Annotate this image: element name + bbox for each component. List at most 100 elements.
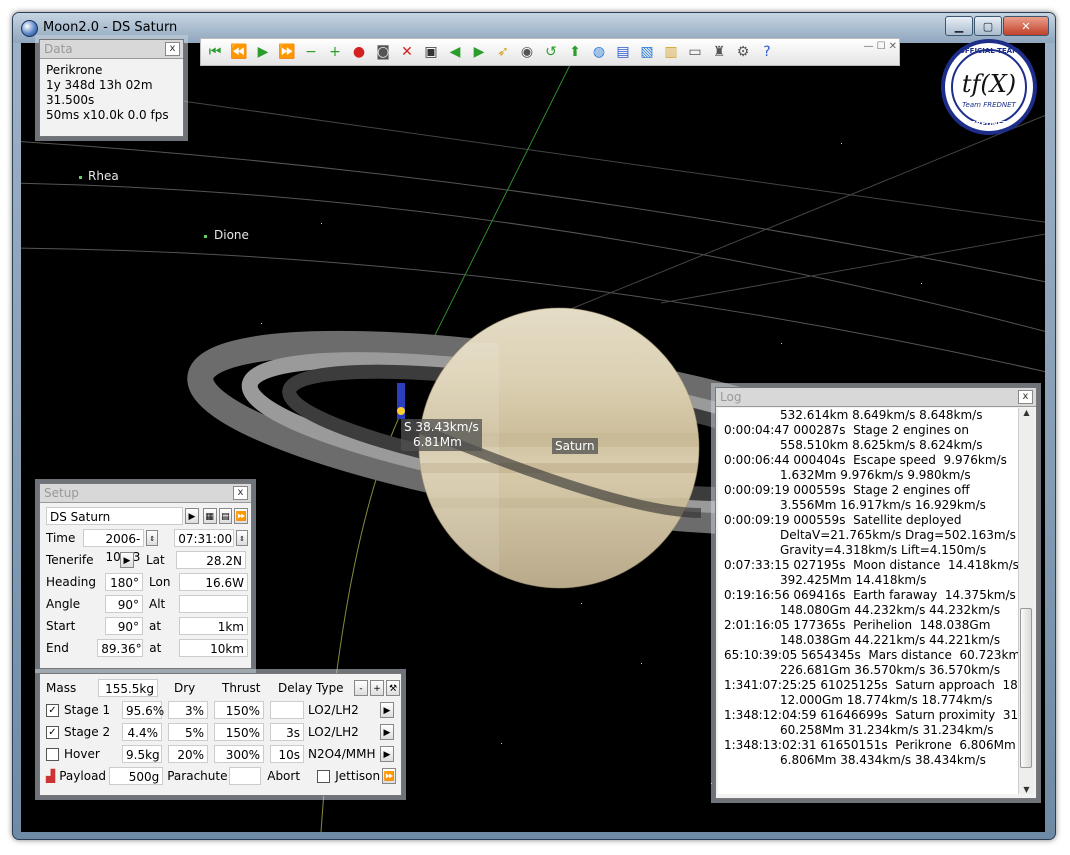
minimize-button[interactable]: ▁: [945, 16, 973, 36]
wrench-icon[interactable]: ⚒: [386, 680, 400, 696]
stage-arrow-icon[interactable]: ▶: [380, 746, 394, 762]
stage-enabled-checkbox[interactable]: ✓: [46, 703, 59, 717]
stage-dry-field[interactable]: 3%: [168, 701, 208, 719]
start-field[interactable]: 90°: [105, 617, 144, 635]
stage-thrust-field[interactable]: 150%: [214, 701, 264, 719]
window-icon[interactable]: ▤: [218, 508, 233, 524]
globe-icon[interactable]: ◍: [587, 41, 611, 63]
setup-panel-title[interactable]: Setup x: [40, 484, 251, 503]
parachute-label: Parachute: [167, 769, 228, 783]
heading-field[interactable]: 180°: [105, 573, 144, 591]
date-field[interactable]: 2006-10-23: [83, 529, 145, 564]
dione-label[interactable]: Dione: [214, 228, 249, 242]
scroll-down-icon[interactable]: ▼: [1019, 785, 1034, 794]
rewind-icon[interactable]: ⏪: [227, 41, 251, 63]
lon-field[interactable]: 16.6W: [178, 573, 248, 591]
parachute-field[interactable]: [229, 767, 262, 785]
scroll-thumb[interactable]: [1020, 608, 1032, 768]
scroll-up-icon[interactable]: ▲: [1019, 408, 1034, 417]
end-alt-field[interactable]: 10km: [178, 639, 248, 657]
stage-arrow-icon[interactable]: ▶: [380, 702, 394, 718]
toolbar-restore-icon[interactable]: ☐: [877, 41, 886, 52]
delete-icon[interactable]: ✕: [395, 41, 419, 63]
log-scrollbar[interactable]: ▲ ▼: [1018, 408, 1034, 794]
close-button[interactable]: ✕: [1003, 16, 1049, 36]
play-icon[interactable]: ▶: [251, 41, 275, 63]
toolbar-close-icon[interactable]: ✕: [889, 41, 897, 52]
camera-icon[interactable]: ◙: [371, 41, 395, 63]
jettison-checkbox[interactable]: [317, 769, 331, 783]
orbit-line: [560, 114, 1045, 314]
payload-field[interactable]: 500g: [109, 767, 164, 785]
stage-delay-field[interactable]: [270, 701, 304, 719]
record-icon[interactable]: ●: [347, 41, 371, 63]
date-spinner[interactable]: ⇕: [146, 530, 159, 546]
launch-icon[interactable]: ➶: [491, 41, 515, 63]
satellite-distance: 6.81Mm: [413, 435, 462, 449]
data-panel-title[interactable]: Data x: [40, 40, 183, 59]
stage-dry-field[interactable]: 5%: [168, 723, 208, 741]
stage-delay-field[interactable]: 3s: [270, 723, 304, 741]
close-icon[interactable]: x: [1018, 390, 1033, 404]
add-stage-button[interactable]: +: [370, 680, 384, 696]
stage-thrust-field[interactable]: 150%: [214, 723, 264, 741]
close-icon[interactable]: x: [165, 42, 180, 56]
site-arrow-icon[interactable]: ▶: [120, 552, 134, 568]
site-select[interactable]: Tenerife: [46, 553, 118, 567]
reset-icon[interactable]: ↺: [539, 41, 563, 63]
clock-field[interactable]: 07:31:00: [174, 529, 235, 547]
stage-enabled-checkbox[interactable]: [46, 747, 59, 761]
saturn-label[interactable]: Saturn: [552, 438, 598, 454]
stage-mass-field[interactable]: 95.6%: [122, 701, 164, 719]
maximize-button[interactable]: ▢: [974, 16, 1002, 36]
toolbar-minimize-icon[interactable]: —: [864, 41, 874, 52]
log-line: 1:341:07:25:25 61025125s Saturn approach…: [724, 678, 1018, 692]
stage-arrow-icon[interactable]: ▶: [380, 724, 394, 740]
window-icon[interactable]: ▤: [611, 41, 635, 63]
skip-first-icon[interactable]: ⏮: [203, 41, 227, 63]
stage-fuel-type[interactable]: N2O4/MMH: [308, 747, 378, 761]
fast-forward-icon[interactable]: ⏩: [275, 41, 299, 63]
trash-icon[interactable]: ♜: [707, 41, 731, 63]
log-panel-title[interactable]: Log x: [716, 388, 1036, 407]
start-alt-field[interactable]: 1km: [178, 617, 248, 635]
stage-fuel-type[interactable]: LO2/LH2: [308, 703, 378, 717]
minus-icon[interactable]: −: [299, 41, 323, 63]
stage-dry-field[interactable]: 20%: [168, 745, 208, 763]
mass-field[interactable]: 155.5kg: [98, 679, 158, 697]
help-icon[interactable]: ?: [755, 41, 779, 63]
remove-stage-button[interactable]: -: [354, 680, 368, 696]
log-text-area[interactable]: 532.614km 8.649km/s 8.648km/s 0:00:04:47 …: [718, 408, 1018, 794]
end-field[interactable]: 89.36°: [97, 639, 144, 657]
chart-icon[interactable]: ▟: [46, 769, 55, 783]
log-line: 65:10:39:05 5654345s Mars distance 60.72…: [724, 648, 1018, 662]
step-forward-icon[interactable]: ▶: [467, 41, 491, 63]
document-icon[interactable]: ▭: [683, 41, 707, 63]
mission-select[interactable]: DS Saturn: [46, 507, 184, 525]
plus-icon[interactable]: +: [323, 41, 347, 63]
settings-icon[interactable]: ⚙: [731, 41, 755, 63]
stage-enabled-checkbox[interactable]: ✓: [46, 725, 59, 739]
stage-delay-field[interactable]: 10s: [270, 745, 304, 763]
rhea-label[interactable]: Rhea: [88, 169, 119, 183]
play-icon[interactable]: ▶: [185, 508, 199, 524]
lat-field[interactable]: 28.2N: [176, 551, 246, 569]
view-icon[interactable]: ◉: [515, 41, 539, 63]
step-back-icon[interactable]: ◀: [443, 41, 467, 63]
save-icon[interactable]: ▣: [419, 41, 443, 63]
stage-mass-field[interactable]: 4.4%: [122, 723, 162, 741]
angle-field[interactable]: 90°: [105, 595, 144, 613]
fast-forward-icon[interactable]: ⏩: [234, 508, 248, 524]
alt-field[interactable]: [178, 595, 248, 613]
fast-forward-icon[interactable]: ⏩: [382, 768, 397, 784]
stage-fuel-type[interactable]: LO2/LH2: [308, 725, 378, 739]
close-icon[interactable]: x: [233, 486, 248, 500]
export-icon[interactable]: ▥: [659, 41, 683, 63]
stage-thrust-field[interactable]: 300%: [214, 745, 264, 763]
up-icon[interactable]: ⬆: [563, 41, 587, 63]
stage-mass-field[interactable]: 9.5kg: [122, 745, 162, 763]
calendar-icon[interactable]: ▦: [202, 508, 217, 524]
image-icon[interactable]: ▧: [635, 41, 659, 63]
lon-label: Lon: [149, 575, 171, 589]
clock-spinner[interactable]: ⇕: [236, 530, 249, 546]
